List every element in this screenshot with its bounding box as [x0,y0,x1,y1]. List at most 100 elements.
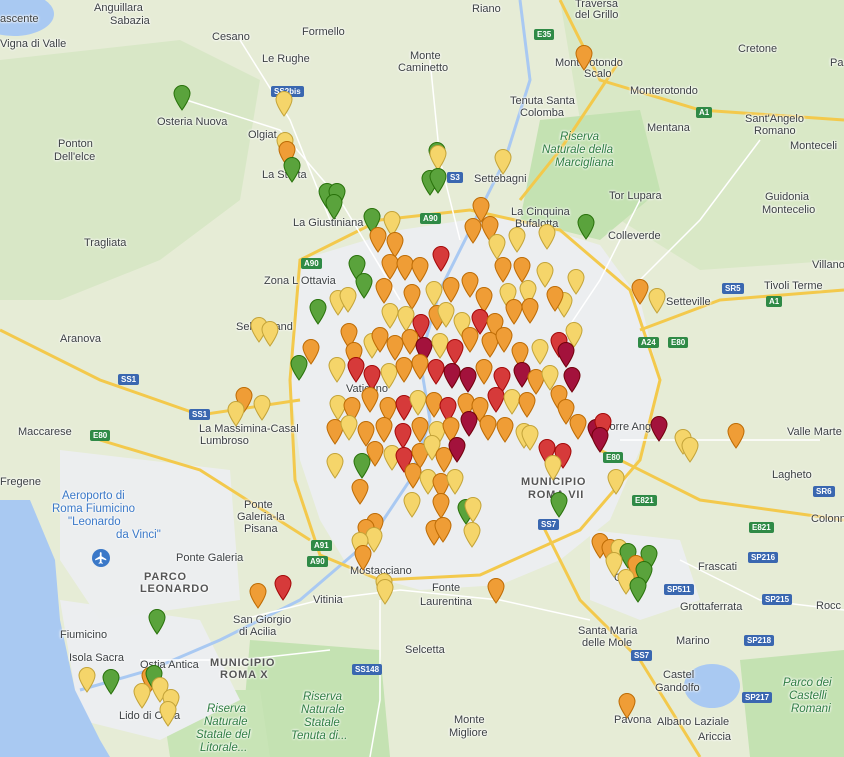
place-label: Formello [302,26,345,38]
road-shield: E35 [534,29,555,40]
map-marker-red[interactable] [274,575,292,601]
map-marker-red[interactable] [432,246,450,272]
map-marker-orange[interactable] [479,415,497,441]
map-marker-green[interactable] [290,355,308,381]
map-marker-green[interactable] [309,299,327,325]
map-marker-yellow[interactable] [648,288,666,314]
map-marker-orange[interactable] [618,693,636,719]
map-marker-yellow[interactable] [403,492,421,518]
map-marker-orange[interactable] [442,277,460,303]
map-marker-yellow[interactable] [463,522,481,548]
map-marker-orange[interactable] [546,286,564,312]
map-view[interactable]: Anguillara Sabazia ascente Vigna di Valle Ce… [0,0,844,757]
map-marker-yellow[interactable] [681,437,699,463]
place-label: Naturale [204,716,248,728]
map-marker-orange[interactable] [727,423,745,449]
map-marker-orange[interactable] [434,517,452,543]
map-marker-yellow[interactable] [78,667,96,693]
place-label: Castelli [789,690,827,702]
road-shield: A90 [301,258,322,269]
map-marker-yellow[interactable] [227,401,245,427]
map-marker-yellow[interactable] [508,227,526,253]
map-marker-green[interactable] [173,85,191,111]
map-marker-crimson[interactable] [460,411,478,437]
map-marker-yellow[interactable] [133,683,151,709]
map-marker-crimson[interactable] [650,416,668,442]
map-marker-green[interactable] [325,194,343,220]
place-label: Monterotondo [630,85,698,97]
map-marker-orange[interactable] [361,387,379,413]
map-marker-yellow[interactable] [326,453,344,479]
map-marker-green[interactable] [429,168,447,194]
place-label: Marino [676,635,710,647]
map-marker-yellow[interactable] [376,579,394,605]
place-label: PARCO [144,571,187,583]
map-marker-crimson[interactable] [557,342,575,368]
map-marker-orange[interactable] [411,257,429,283]
map-marker-green[interactable] [102,669,120,695]
place-label: Colleverde [608,230,661,242]
map-marker-orange[interactable] [354,545,372,571]
place-label: ROMA X [220,669,269,681]
place-label: "Leonardo [68,516,121,528]
map-marker-orange[interactable] [521,298,539,324]
map-marker-green[interactable] [629,577,647,603]
map-marker-yellow[interactable] [607,469,625,495]
place-label: delle Mole [582,637,633,649]
map-marker-orange[interactable] [461,327,479,353]
place-label: La Massimina-Casal [199,423,299,435]
map-marker-orange[interactable] [369,227,387,253]
map-marker-yellow[interactable] [521,425,539,451]
road-shield: E80 [603,452,624,463]
map-marker-orange[interactable] [518,392,536,418]
map-marker-green[interactable] [577,214,595,240]
map-marker-orange[interactable] [432,493,450,519]
map-marker-yellow[interactable] [275,91,293,117]
road-shield: SR5 [722,283,744,294]
map-marker-green[interactable] [355,273,373,299]
map-marker-orange[interactable] [494,257,512,283]
road-shield: A24 [638,337,659,348]
map-marker-green[interactable] [283,157,301,183]
road-shield: A90 [420,213,441,224]
map-marker-orange[interactable] [366,441,384,467]
place-label: Fregene [0,476,41,488]
map-marker-orange[interactable] [631,279,649,305]
map-marker-orange[interactable] [464,218,482,244]
map-marker-orange[interactable] [475,359,493,385]
place-label: Zona L Ottavia [264,275,336,287]
map-marker-yellow[interactable] [253,395,271,421]
map-marker-orange[interactable] [575,45,593,71]
map-marker-orange[interactable] [487,578,505,604]
map-marker-orange[interactable] [249,583,267,609]
airport-icon[interactable] [92,549,110,567]
place-label: Montecelio [762,204,816,216]
place-label: Tenuta di... [291,730,348,742]
map-marker-yellow[interactable] [340,415,358,441]
map-marker-yellow[interactable] [446,469,464,495]
place-label: Roma Fiumicino [52,503,136,515]
map-marker-yellow[interactable] [261,321,279,347]
map-marker-orange[interactable] [351,479,369,505]
map-marker-yellow[interactable] [464,497,482,523]
map-marker-yellow[interactable] [328,357,346,383]
map-marker-yellow[interactable] [536,262,554,288]
map-marker-orange[interactable] [375,417,393,443]
map-marker-crimson[interactable] [448,437,466,463]
place-label: Vitinia [313,594,343,606]
map-marker-yellow[interactable] [538,224,556,250]
road-shield: SS1 [118,374,140,385]
place-label: Guidonia [765,191,810,203]
map-marker-green[interactable] [550,492,568,518]
map-marker-yellow[interactable] [159,701,177,727]
map-marker-green[interactable] [148,609,166,635]
map-marker-yellow[interactable] [544,455,562,481]
map-marker-orange[interactable] [496,417,514,443]
place-label: ascente [0,13,39,25]
map-marker-yellow[interactable] [531,339,549,365]
map-marker-orange[interactable] [569,414,587,440]
place-label: Laurentina [420,596,472,608]
map-marker-orange[interactable] [375,278,393,304]
map-marker-yellow[interactable] [494,149,512,175]
map-marker-crimson[interactable] [591,427,609,453]
